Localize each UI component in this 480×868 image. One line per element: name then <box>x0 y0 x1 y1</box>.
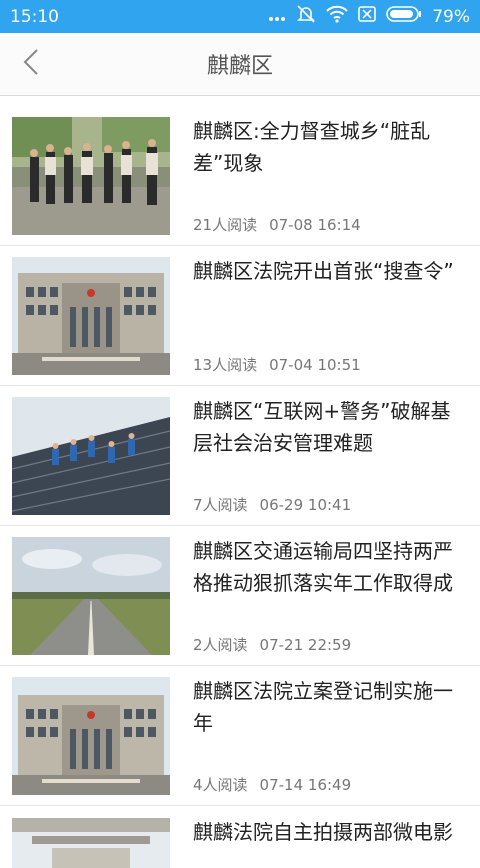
article-meta: 麒麟区法院开出首张“搜查令” 13人阅读 07-04 10:51 <box>193 257 468 375</box>
article-info: 2人阅读 07-21 22:59 <box>193 634 351 655</box>
article-title: 麒麟法院自主拍摄两部微电影 <box>193 820 453 844</box>
article-date: 07-14 16:49 <box>259 775 352 794</box>
article-date: 07-08 16:14 <box>269 215 361 234</box>
article-item[interactable]: 麒麟区法院立案登记制实施一年 4人阅读 07-14 16:49 <box>0 666 480 806</box>
article-item[interactable]: 麒麟法院自主拍摄两部微电影 <box>0 806 480 868</box>
article-meta: 麒麟区交通运输局四坚持两严格推动狠抓落实年工作取得成 2人阅读 07-21 22:… <box>193 537 468 655</box>
article-title: 麒麟区交通运输局四坚持两严格推动狠抓落实年工作取得成 <box>193 538 453 595</box>
photo-rural-road <box>12 536 170 655</box>
mute-icon <box>296 4 316 29</box>
sim-x-icon <box>358 6 377 27</box>
status-bar: 15:10 79% <box>0 0 480 33</box>
read-count: 7人阅读 <box>193 495 248 514</box>
status-time: 15:10 <box>10 6 59 27</box>
read-count: 21人阅读 <box>193 215 258 234</box>
more-dots-icon <box>268 7 286 27</box>
photo-police-figurines-keyboard <box>12 396 170 515</box>
article-item[interactable]: 麒麟区“互联网+警务”破解基层社会治安管理难题 7人阅读 06-29 10:41 <box>0 386 480 526</box>
article-title: 麒麟区法院立案登记制实施一年 <box>193 678 453 735</box>
battery-icon <box>386 6 422 27</box>
photo-officials-outdoors <box>12 116 170 235</box>
article-info: 21人阅读 07-08 16:14 <box>193 214 361 235</box>
article-item[interactable]: 麒麟区交通运输局四坚持两严格推动狠抓落实年工作取得成 2人阅读 07-21 22:… <box>0 526 480 666</box>
article-info: 13人阅读 07-04 10:51 <box>193 354 361 375</box>
article-item[interactable]: 麒麟区:全力督查城乡“脏乱差”现象 21人阅读 07-08 16:14 <box>0 106 480 246</box>
page-title: 麒麟区 <box>206 54 273 79</box>
article-item[interactable]: 麒麟区法院开出首张“搜查令” 13人阅读 07-04 10:51 <box>0 246 480 386</box>
photo-court-building <box>12 676 170 795</box>
photo-building-top <box>12 818 170 868</box>
read-count: 4人阅读 <box>193 775 248 794</box>
status-icons: 79% <box>268 4 470 29</box>
read-count: 13人阅读 <box>193 355 258 374</box>
article-date: 06-29 10:41 <box>259 495 352 514</box>
wifi-icon <box>326 5 348 28</box>
battery-percent: 79% <box>432 6 470 27</box>
article-info: 4人阅读 07-14 16:49 <box>193 774 351 795</box>
header-bar: 麒麟区 <box>0 33 480 96</box>
article-meta: 麒麟区:全力督查城乡“脏乱差”现象 21人阅读 07-08 16:14 <box>193 117 468 235</box>
article-meta: 麒麟区“互联网+警务”破解基层社会治安管理难题 7人阅读 06-29 10:41 <box>193 397 468 515</box>
article-list: 麒麟区:全力督查城乡“脏乱差”现象 21人阅读 07-08 16:14 麒麟区法… <box>0 106 480 868</box>
chevron-left-icon <box>23 48 39 80</box>
article-date: 07-04 10:51 <box>269 355 361 374</box>
article-date: 07-21 22:59 <box>259 635 352 654</box>
article-meta: 麒麟法院自主拍摄两部微电影 <box>193 806 468 866</box>
photo-court-building <box>12 256 170 375</box>
article-title: 麒麟区“互联网+警务”破解基层社会治安管理难题 <box>193 398 451 455</box>
article-meta: 麒麟区法院立案登记制实施一年 4人阅读 07-14 16:49 <box>193 677 468 795</box>
read-count: 2人阅读 <box>193 635 248 654</box>
article-info: 7人阅读 06-29 10:41 <box>193 494 351 515</box>
article-title: 麒麟区:全力督查城乡“脏乱差”现象 <box>193 118 431 175</box>
back-button[interactable] <box>14 47 48 81</box>
article-title: 麒麟区法院开出首张“搜查令” <box>193 258 454 283</box>
